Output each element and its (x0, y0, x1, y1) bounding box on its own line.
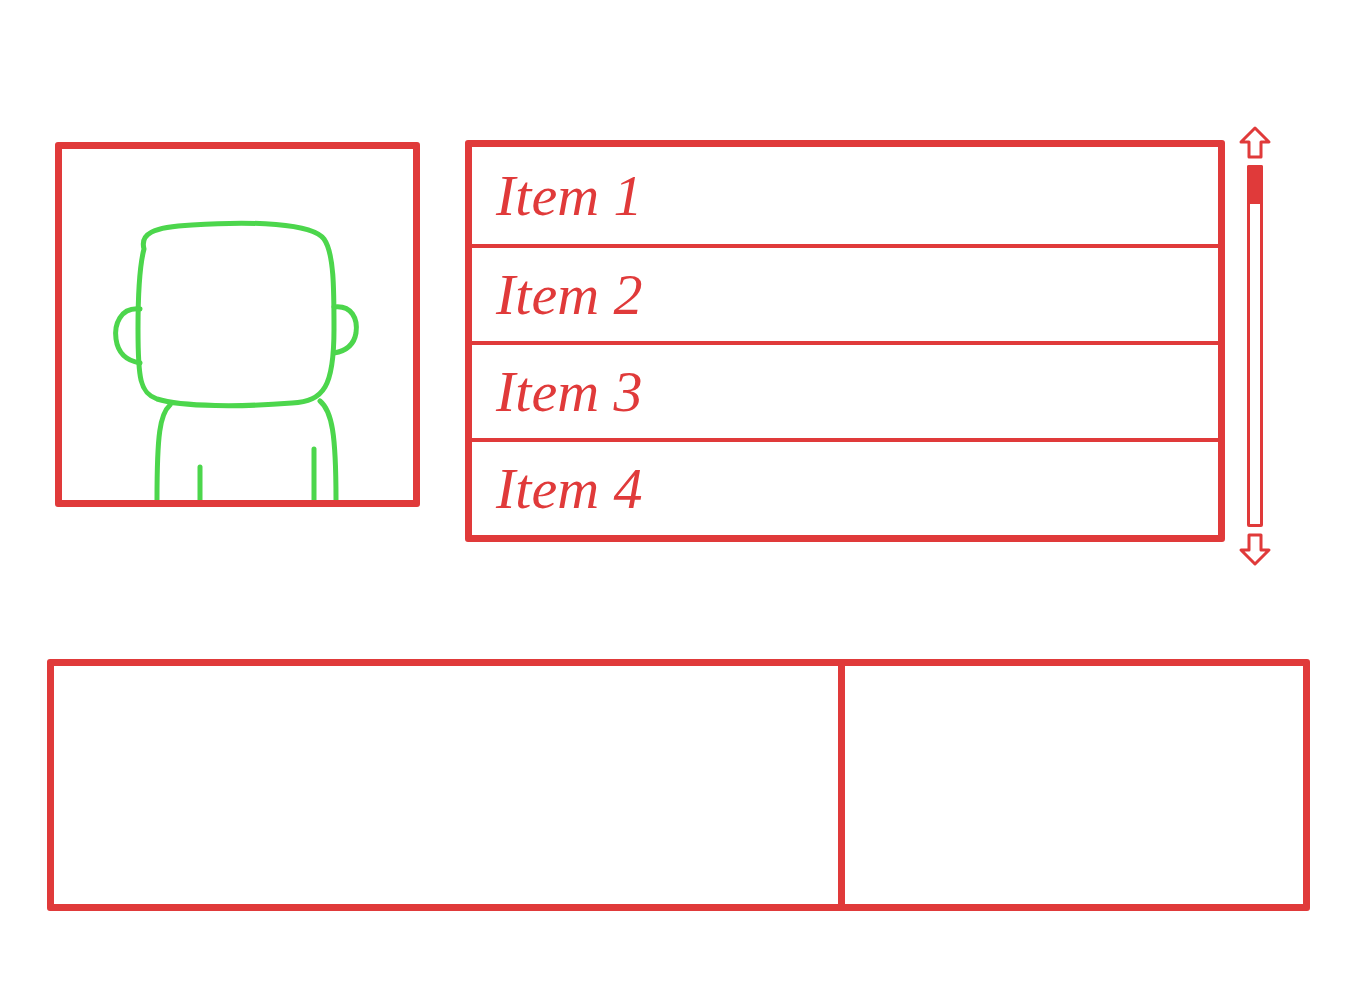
bottom-left-panel (54, 666, 838, 904)
item-list[interactable]: Item 1 Item 2 Item 3 Item 4 (465, 140, 1225, 542)
item-label: Item 3 (496, 358, 643, 425)
list-item[interactable]: Item 1 (472, 147, 1218, 244)
scroll-track[interactable] (1247, 165, 1263, 527)
arrow-up-icon[interactable] (1237, 125, 1273, 161)
bottom-panel (47, 659, 1310, 911)
person-icon (62, 149, 413, 500)
arrow-down-icon[interactable] (1237, 531, 1273, 567)
item-label: Item 2 (496, 261, 643, 328)
list-item[interactable]: Item 4 (472, 438, 1218, 535)
item-label: Item 1 (496, 162, 643, 229)
item-label: Item 4 (496, 455, 643, 522)
scrollbar[interactable] (1237, 125, 1273, 567)
scroll-thumb[interactable] (1247, 165, 1263, 204)
list-item[interactable]: Item 2 (472, 244, 1218, 341)
bottom-right-panel (838, 666, 1303, 904)
list-item[interactable]: Item 3 (472, 341, 1218, 438)
avatar-panel (55, 142, 420, 507)
